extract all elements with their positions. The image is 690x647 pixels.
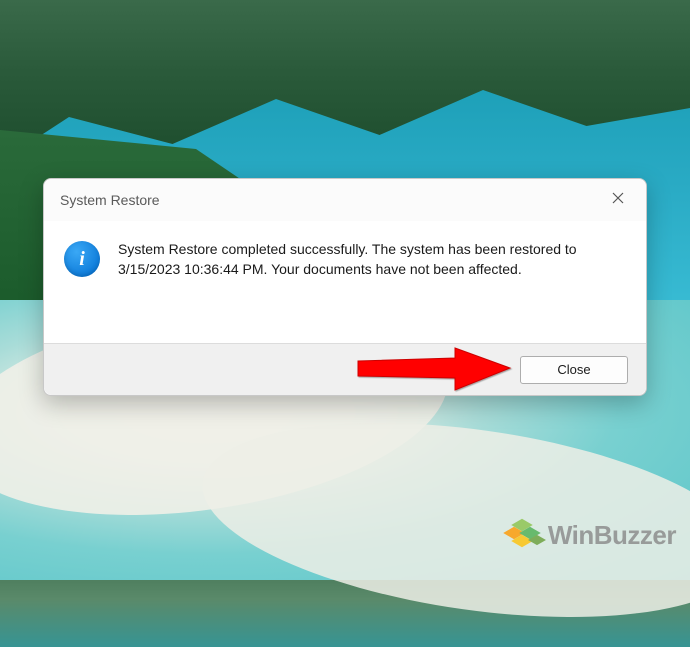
dialog-close-button[interactable] [598,184,638,216]
dialog-titlebar[interactable]: System Restore [44,179,646,221]
dialog-title: System Restore [60,192,160,208]
info-icon: i [64,241,100,277]
dialog-button-bar: Close [44,343,646,395]
watermark: WinBuzzer [504,517,676,553]
system-restore-dialog: System Restore i System Restore complete… [43,178,647,396]
dialog-message: System Restore completed successfully. T… [118,237,622,327]
watermark-logo-icon [504,517,542,553]
watermark-text: WinBuzzer [548,520,676,551]
dialog-content: i System Restore completed successfully.… [44,221,646,343]
close-icon [612,191,624,209]
close-button[interactable]: Close [520,356,628,384]
